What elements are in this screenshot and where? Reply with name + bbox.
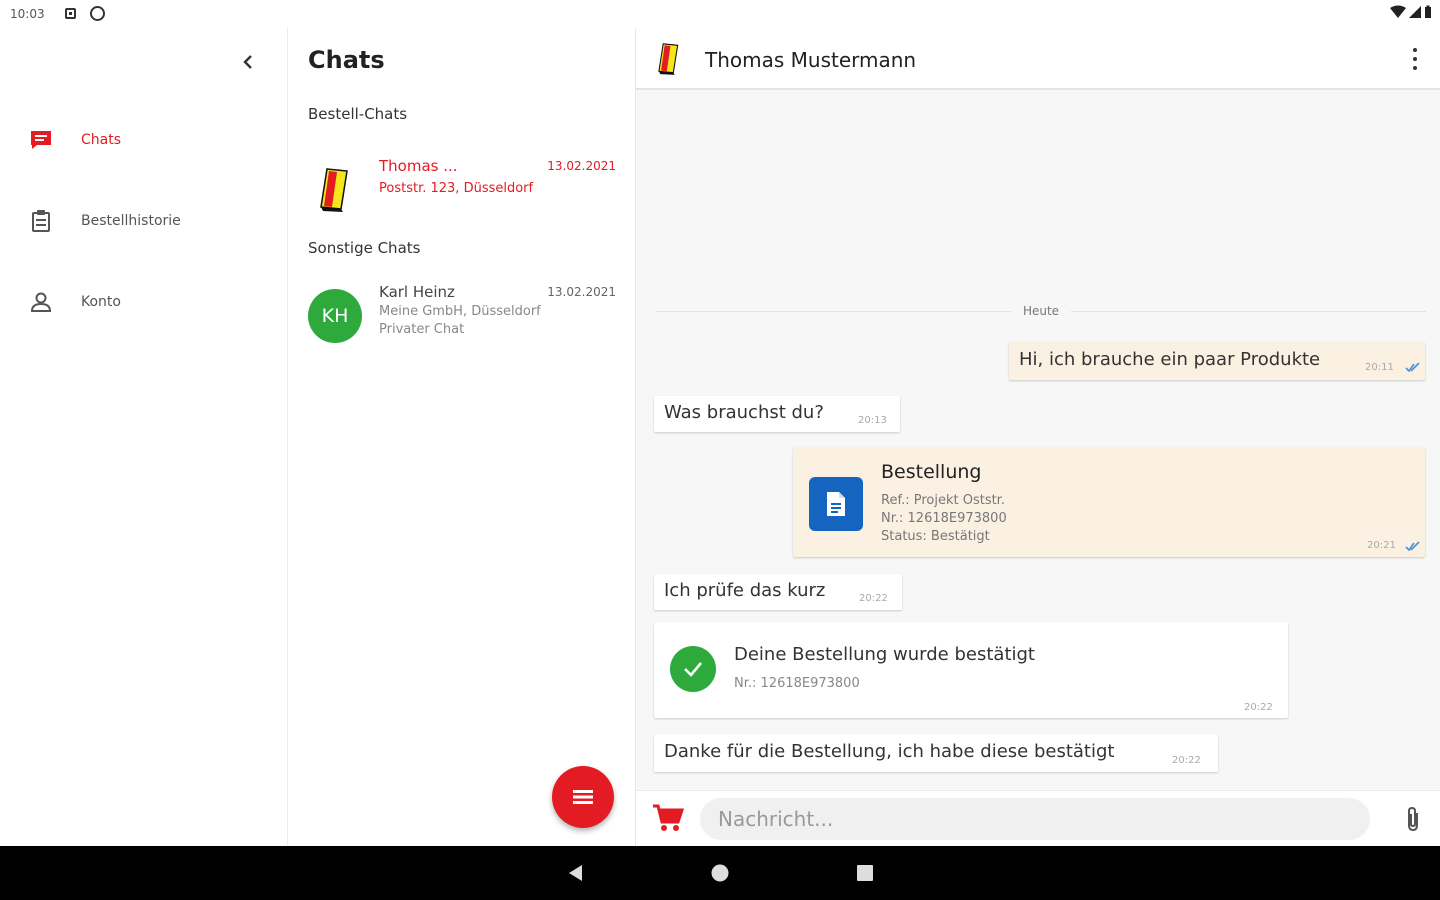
order-number: Nr.: 12618E973800 [881,511,1007,526]
clipboard-icon [28,208,54,234]
message-text: Was brauchst du? [664,402,824,423]
chat-avatar-logo [308,163,362,217]
chevron-left-icon [243,55,252,69]
message-text: Ich prüfe das kurz [664,580,826,601]
chat-list-title: Chats [308,46,385,74]
status-time: 10:03 [10,7,45,21]
wifi-icon [1390,5,1406,18]
section-order-chats: Bestell-Chats [308,105,408,123]
chat-avatar-initials: KH [308,289,362,343]
nav-item-chats[interactable]: Chats [0,115,288,165]
chat-list-item-order[interactable]: Thomas ... 13.02.2021 Poststr. 123, Düss… [289,157,634,229]
brand-logo-icon [320,168,348,212]
chat-icon [28,127,54,153]
chat-company: Meine GmbH, Düsseldorf [379,304,541,319]
nav-item-label: Konto [81,294,121,310]
recents-icon[interactable] [855,863,875,883]
notification-icon [65,8,76,19]
order-status: Status: Bestätigt [881,529,990,544]
order-title: Bestellung [881,461,982,483]
more-options-icon[interactable] [1405,48,1425,70]
contact-name: Thomas Mustermann [705,48,917,72]
check-circle-icon [670,646,716,692]
chat-list-item-other[interactable]: KH Karl Heinz 13.02.2021 Meine GmbH, Düs… [289,283,634,355]
chat-list-panel: Chats Bestell-Chats Thomas ... 13.02.202… [289,28,634,846]
chat-address: Poststr. 123, Düsseldorf [379,181,534,196]
menu-fab-button[interactable] [552,766,614,828]
document-icon [809,477,863,531]
message-text: Danke für die Bestellung, ich habe diese… [664,741,1115,762]
chat-date: 13.02.2021 [547,159,616,173]
message-composer [636,790,1440,846]
home-icon[interactable] [710,863,730,883]
message-time: 20:11 [1365,362,1394,373]
message-time: 20:21 [1367,540,1396,551]
conversation-header: Thomas Mustermann [636,28,1440,90]
back-icon[interactable] [566,863,586,883]
contact-avatar-logo [656,42,682,80]
app-root: 10:03 Chats Bestellhistorie Konto Chats … [0,0,1440,900]
section-other-chats: Sonstige Chats [308,239,421,257]
chat-name: Thomas ... [379,157,458,175]
nav-item-bestellhistorie[interactable]: Bestellhistorie [0,196,288,246]
paperclip-icon [1408,806,1418,832]
read-check-icon [1405,541,1420,551]
menu-icon [573,790,593,804]
system-navigation-bar [0,846,1440,900]
confirmation-number: Nr.: 12618E973800 [734,676,860,691]
order-confirmation-card[interactable]: Deine Bestellung wurde bestätigt Nr.: 12… [654,622,1288,718]
status-bar: 10:03 [0,0,1440,28]
message-time: 20:13 [858,415,887,426]
message-time: 20:22 [859,593,888,604]
message-bubble-received[interactable]: Was brauchst du? 20:13 [654,396,900,432]
attach-button[interactable] [1405,805,1421,837]
day-label: Heute [1022,304,1060,318]
message-text: Hi, ich brauche ein paar Produkte [1019,349,1321,370]
chat-name: Karl Heinz [379,283,455,301]
message-bubble-sent[interactable]: Hi, ich brauche ein paar Produkte 20:11 [1009,342,1425,380]
order-reference: Ref.: Projekt Oststr. [881,493,1005,508]
nav-item-konto[interactable]: Konto [0,277,288,327]
confirmation-title: Deine Bestellung wurde bestätigt [734,644,1035,665]
cart-button[interactable] [652,803,685,837]
order-message-card[interactable]: Bestellung Ref.: Projekt Oststr. Nr.: 12… [793,447,1425,557]
day-divider: Heute [656,302,1427,320]
message-input[interactable] [700,798,1370,840]
message-time: 20:22 [1172,755,1201,766]
read-check-icon [1405,362,1420,372]
signal-icon [1409,6,1421,18]
sync-icon [90,6,105,21]
conversation-panel: Thomas Mustermann Heute Hi, ich brauche … [635,28,1440,846]
battery-icon [1425,5,1431,18]
cart-icon [653,804,685,831]
status-indicators [1390,5,1432,19]
chat-date: 13.02.2021 [547,285,616,299]
message-bubble-received[interactable]: Danke für die Bestellung, ich habe diese… [654,734,1218,772]
person-icon [28,289,54,315]
nav-item-label: Bestellhistorie [81,213,181,229]
nav-item-label: Chats [81,132,122,148]
message-bubble-received[interactable]: Ich prüfe das kurz 20:22 [654,574,902,610]
message-time: 20:22 [1244,702,1273,713]
side-navigation: Chats Bestellhistorie Konto [0,28,288,846]
collapse-nav-button[interactable] [236,50,260,74]
chat-type: Privater Chat [379,322,465,337]
brand-logo-icon [658,43,679,75]
